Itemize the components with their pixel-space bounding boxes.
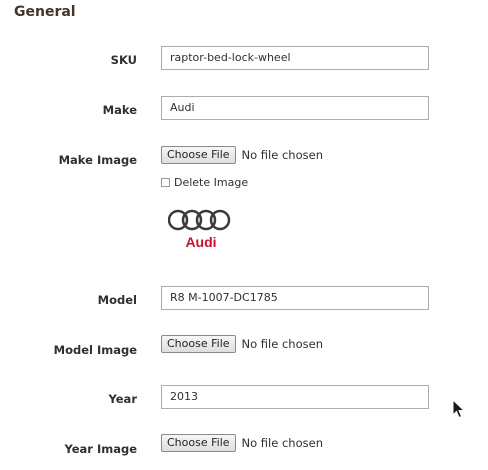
year-image-file-input: Choose File No file chosen (161, 434, 323, 452)
model-image-file-input: Choose File No file chosen (161, 335, 323, 353)
make-image-file-input: Choose File No file chosen (161, 146, 323, 164)
model-input[interactable]: R8 M-1007-DC1785 (161, 286, 429, 310)
make-input[interactable]: Audi (161, 96, 429, 120)
model-image-file-status: No file chosen (241, 337, 323, 351)
make-logo-image: Audi (167, 208, 234, 256)
section-title: General (14, 4, 76, 20)
sku-input[interactable]: raptor-bed-lock-wheel (161, 46, 429, 70)
year-label: Year (108, 392, 137, 406)
model-label: Model (97, 293, 137, 307)
year-input[interactable]: 2013 (161, 385, 429, 409)
make-image-choose-file-button[interactable]: Choose File (161, 146, 236, 164)
sku-label: SKU (110, 53, 137, 67)
audi-logo-text: Audi (185, 234, 216, 250)
audi-rings-icon: Audi (167, 209, 231, 250)
delete-image-checkbox[interactable] (161, 178, 170, 187)
year-image-label: Year Image (64, 442, 137, 456)
year-image-file-status: No file chosen (241, 436, 323, 450)
delete-image-label: Delete Image (174, 176, 249, 189)
model-image-label: Model Image (53, 343, 137, 357)
year-image-choose-file-button[interactable]: Choose File (161, 434, 236, 452)
make-image-label: Make Image (58, 153, 137, 167)
model-image-choose-file-button[interactable]: Choose File (161, 335, 236, 353)
delete-image-row: Delete Image (161, 176, 248, 189)
make-label: Make (102, 103, 137, 117)
make-image-file-status: No file chosen (241, 148, 323, 162)
mouse-cursor-icon (452, 398, 466, 423)
